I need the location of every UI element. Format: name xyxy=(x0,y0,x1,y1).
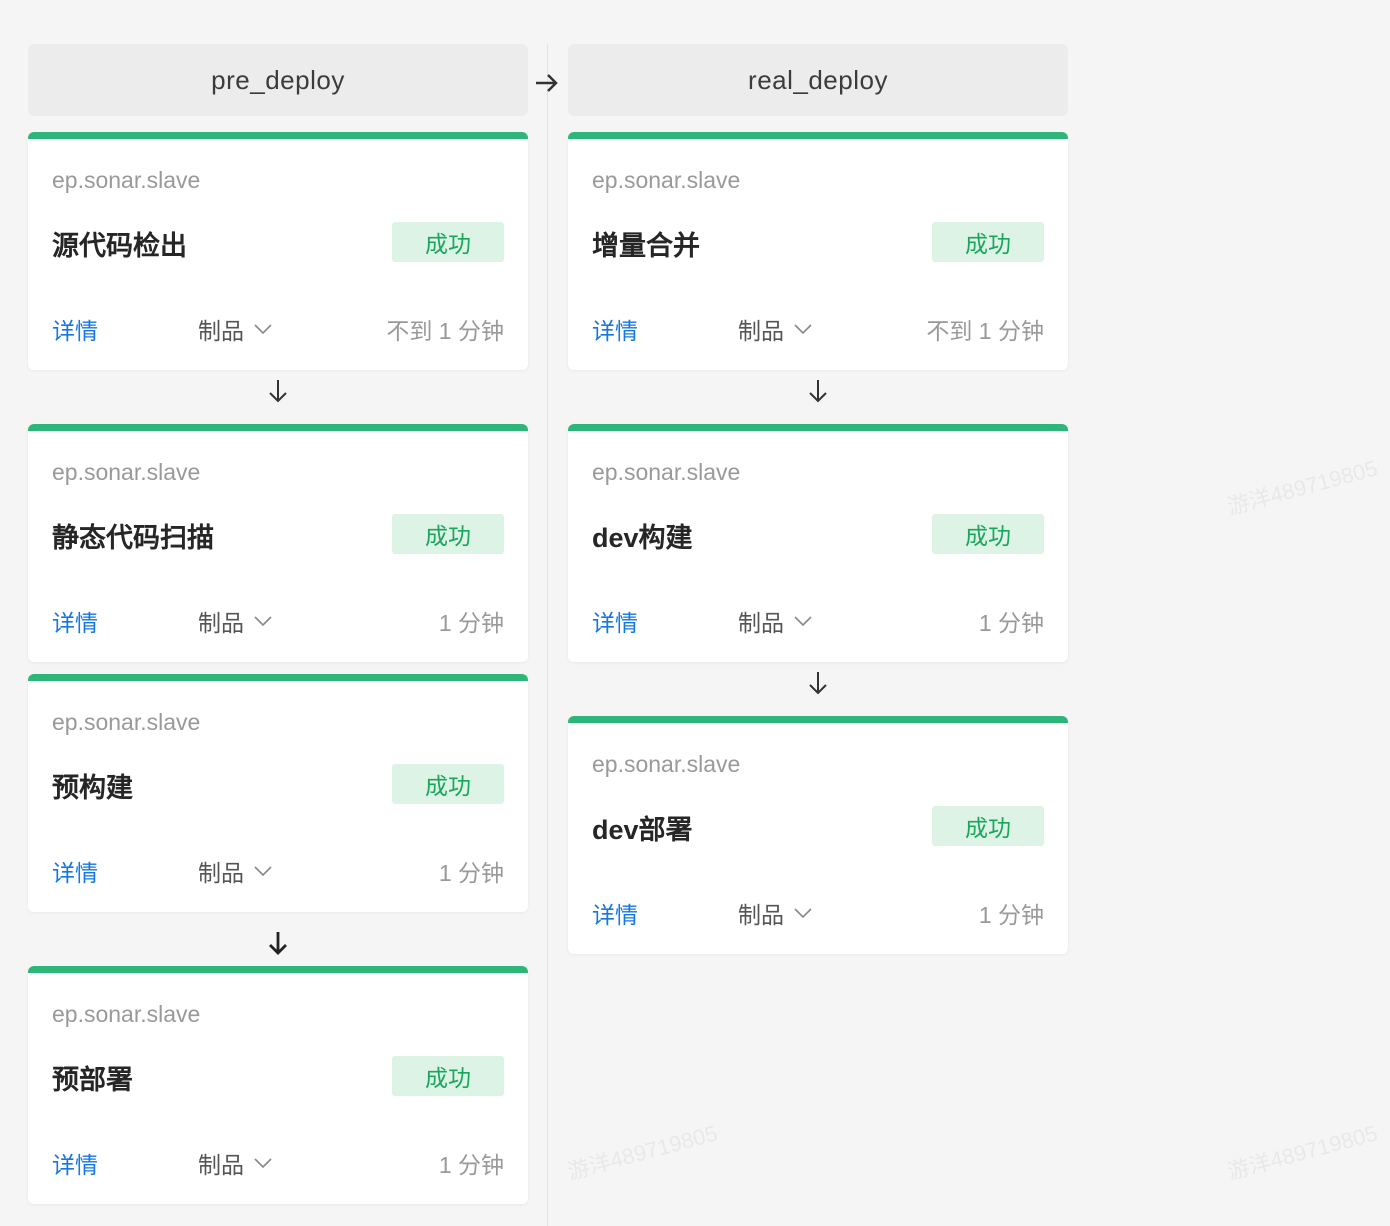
stage-header-pre-deploy: pre_deploy xyxy=(28,44,528,116)
arrow-down-icon xyxy=(269,380,287,403)
artifact-dropdown[interactable]: 制品 xyxy=(198,604,272,638)
node-label: ep.sonar.slave xyxy=(52,709,201,735)
duration-label: 1 分钟 xyxy=(978,610,1044,636)
arrow-down-icon xyxy=(809,672,827,695)
arrow-right-icon xyxy=(536,74,558,92)
artifact-label: 制品 xyxy=(198,610,244,636)
job-title: 预构建 xyxy=(52,773,133,803)
job-title: dev构建 xyxy=(592,523,693,553)
artifact-dropdown[interactable]: 制品 xyxy=(198,312,272,346)
detail-link[interactable]: 详情 xyxy=(52,854,98,888)
status-badge: 成功 xyxy=(932,222,1044,262)
watermark: 游洋489719805 xyxy=(1224,1120,1381,1185)
arrow-down-icon xyxy=(269,932,287,955)
node-label: ep.sonar.slave xyxy=(52,167,201,193)
status-bar xyxy=(28,424,528,431)
detail-link[interactable]: 详情 xyxy=(592,896,638,930)
status-badge: 成功 xyxy=(932,514,1044,554)
duration-label: 1 分钟 xyxy=(438,1152,504,1178)
detail-link[interactable]: 详情 xyxy=(52,312,98,346)
job-title: 源代码检出 xyxy=(52,231,187,261)
job-card: ep.sonar.slave 增量合并 成功 详情 制品 不到 1 分钟 xyxy=(568,132,1068,370)
artifact-dropdown[interactable]: 制品 xyxy=(738,312,812,346)
artifact-label: 制品 xyxy=(198,860,244,886)
job-card: ep.sonar.slave 源代码检出 成功 详情 制品 不到 1 分钟 xyxy=(28,132,528,370)
detail-link[interactable]: 详情 xyxy=(52,1146,98,1180)
status-bar xyxy=(568,424,1068,431)
artifact-dropdown[interactable]: 制品 xyxy=(198,854,272,888)
artifact-label: 制品 xyxy=(738,318,784,344)
artifact-label: 制品 xyxy=(738,610,784,636)
chevron-down-icon xyxy=(254,1158,272,1169)
job-card: ep.sonar.slave 静态代码扫描 成功 详情 制品 1 分钟 xyxy=(28,424,528,662)
duration-label: 不到 1 分钟 xyxy=(926,318,1044,344)
artifact-dropdown[interactable]: 制品 xyxy=(738,896,812,930)
node-label: ep.sonar.slave xyxy=(592,459,741,485)
detail-link[interactable]: 详情 xyxy=(592,312,638,346)
job-title: 静态代码扫描 xyxy=(52,523,214,553)
arrow-down-icon xyxy=(809,380,827,403)
artifact-label: 制品 xyxy=(738,902,784,928)
artifact-dropdown[interactable]: 制品 xyxy=(198,1146,272,1180)
stage-header-real-deploy: real_deploy xyxy=(568,44,1068,116)
detail-link[interactable]: 详情 xyxy=(52,604,98,638)
duration-label: 1 分钟 xyxy=(438,860,504,886)
status-bar xyxy=(568,716,1068,723)
chevron-down-icon xyxy=(254,324,272,335)
status-badge: 成功 xyxy=(392,514,504,554)
node-label: ep.sonar.slave xyxy=(52,459,201,485)
chevron-down-icon xyxy=(794,908,812,919)
job-card: ep.sonar.slave 预部署 成功 详情 制品 1 分钟 xyxy=(28,966,528,1204)
status-badge: 成功 xyxy=(932,806,1044,846)
status-bar xyxy=(28,674,528,681)
job-title: dev部署 xyxy=(592,815,693,845)
chevron-down-icon xyxy=(254,616,272,627)
watermark: 游洋489719805 xyxy=(1224,455,1381,520)
duration-label: 1 分钟 xyxy=(438,610,504,636)
status-badge: 成功 xyxy=(392,764,504,804)
stage-divider xyxy=(547,44,548,1226)
status-badge: 成功 xyxy=(392,1056,504,1096)
artifact-dropdown[interactable]: 制品 xyxy=(738,604,812,638)
status-bar xyxy=(568,132,1068,139)
job-title: 增量合并 xyxy=(592,231,700,261)
detail-link[interactable]: 详情 xyxy=(592,604,638,638)
job-card: ep.sonar.slave dev部署 成功 详情 制品 1 分钟 xyxy=(568,716,1068,954)
job-card: ep.sonar.slave 预构建 成功 详情 制品 1 分钟 xyxy=(28,674,528,912)
status-badge: 成功 xyxy=(392,222,504,262)
job-card: ep.sonar.slave dev构建 成功 详情 制品 1 分钟 xyxy=(568,424,1068,662)
node-label: ep.sonar.slave xyxy=(52,1001,201,1027)
watermark: 游洋489719805 xyxy=(564,1120,721,1185)
artifact-label: 制品 xyxy=(198,318,244,344)
status-bar xyxy=(28,966,528,973)
duration-label: 1 分钟 xyxy=(978,902,1044,928)
job-title: 预部署 xyxy=(52,1065,133,1095)
artifact-label: 制品 xyxy=(198,1152,244,1178)
chevron-down-icon xyxy=(254,866,272,877)
duration-label: 不到 1 分钟 xyxy=(386,318,504,344)
chevron-down-icon xyxy=(794,324,812,335)
chevron-down-icon xyxy=(794,616,812,627)
node-label: ep.sonar.slave xyxy=(592,751,741,777)
node-label: ep.sonar.slave xyxy=(592,167,741,193)
status-bar xyxy=(28,132,528,139)
